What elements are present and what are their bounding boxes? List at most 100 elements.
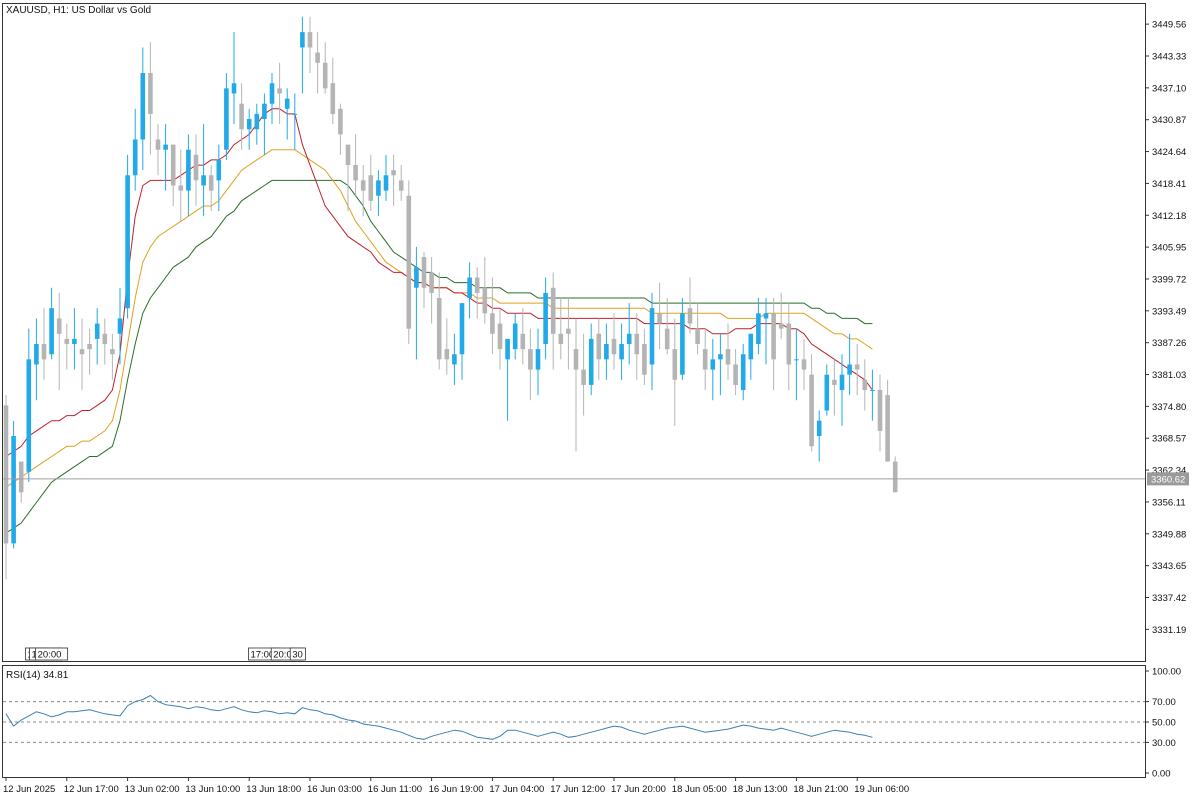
price-tick-label: 3387.26: [1152, 338, 1186, 349]
main-chart-frame: [2, 3, 1146, 662]
candle-body: [26, 359, 32, 472]
current-price-label: 3360.62: [1151, 474, 1185, 485]
candle-body: [794, 359, 799, 361]
candle-body: [201, 175, 206, 186]
price-tick-label: 3399.72: [1152, 274, 1186, 285]
rsi-tick-label: 70.00: [1152, 697, 1176, 708]
event-marker-label: 20:00: [38, 650, 62, 661]
candle-body: [573, 349, 579, 370]
time-tick-label: 13 Jun 02:00: [125, 784, 180, 795]
candle-body: [870, 390, 875, 392]
rsi-axis: 100.00 70.00 50.00 30.00 0.00: [1145, 667, 1181, 780]
candle-body: [748, 333, 754, 360]
candle-body: [801, 359, 807, 370]
bear-candle: [406, 180, 412, 345]
time-axis: 12 Jun 2025 12 Jun 17:00 13 Jun 02:00 13 Ju…: [3, 777, 909, 795]
candle-body: [193, 154, 199, 181]
candle-body: [877, 390, 883, 431]
candle-body: [664, 328, 670, 350]
bull-candle: [11, 420, 16, 549]
event-marker-label: 17:00: [250, 650, 274, 661]
candle-body: [239, 103, 244, 130]
candle-body: [18, 461, 24, 493]
rsi-label: RSI(14) 34.81: [6, 670, 69, 681]
rsi-tick-label: 30.00: [1152, 738, 1176, 749]
candle-body: [3, 405, 9, 544]
candle-body: [79, 349, 85, 355]
price-tick-label: 3437.10: [1152, 83, 1186, 94]
time-tick-label: 18 Jun 13:00: [733, 784, 788, 795]
bear-candle: [892, 456, 898, 493]
candle-body: [505, 338, 510, 360]
candle-body: [231, 83, 237, 94]
candle-body: [740, 354, 746, 391]
candle-body: [49, 308, 54, 355]
event-marker: 20:00: [35, 647, 69, 661]
time-tick-label: 16 Jun 11:00: [368, 784, 422, 795]
candle-body: [414, 267, 419, 288]
candle-body: [535, 349, 541, 370]
candle-body: [459, 303, 465, 355]
candle-body: [148, 73, 153, 114]
rsi-tick-label: 0.00: [1152, 769, 1171, 780]
candle-body: [300, 32, 305, 48]
chart-title: XAUUSD, H1: US Dollar vs Gold: [6, 5, 151, 16]
candle-body: [847, 364, 852, 375]
candle-body: [839, 374, 845, 391]
candle-body: [619, 344, 624, 360]
price-tick-label: 3405.95: [1152, 243, 1186, 254]
candle-body: [406, 195, 412, 329]
candle-body: [368, 175, 374, 201]
candle-body: [163, 144, 168, 150]
candle-body: [626, 333, 632, 345]
candle-body: [680, 313, 685, 375]
time-tick-label: 12 Jun 2025: [3, 784, 55, 795]
candle-body: [490, 313, 495, 334]
candle-body: [429, 272, 434, 293]
candle-body: [771, 313, 776, 360]
price-tick-label: 3424.64: [1152, 147, 1186, 158]
candle-body: [702, 349, 708, 370]
candle-body: [277, 88, 282, 94]
candle-body: [338, 108, 343, 135]
candle-body: [588, 338, 594, 385]
candle-body: [611, 338, 617, 355]
time-tick-label: 16 Jun 03:00: [307, 784, 362, 795]
candle-body: [216, 159, 222, 181]
candle-body: [512, 323, 518, 350]
candle-body: [854, 364, 860, 370]
candle-body: [330, 83, 336, 114]
candle-body: [452, 354, 457, 365]
candle-body: [34, 344, 39, 365]
candle-body: [482, 287, 488, 314]
candle-body: [421, 257, 427, 288]
candle-body: [642, 344, 647, 375]
rsi-tick-label: 50.00: [1152, 718, 1176, 729]
candle-body: [809, 374, 814, 447]
chart-canvas: 3449.56 3443.33 3437.10 3430.87 3424.64 3418.…: [2, 3, 1189, 795]
candle-body: [94, 323, 100, 339]
candle-body: [824, 374, 830, 411]
candle-body: [467, 277, 472, 298]
candle-body: [262, 103, 267, 120]
candle-body: [444, 349, 450, 360]
price-tick-label: 3443.33: [1152, 51, 1186, 62]
price-tick-label: 3418.41: [1152, 179, 1186, 190]
price-tick-label: 3449.56: [1152, 20, 1186, 31]
candle-body: [72, 338, 77, 345]
candle-body: [862, 379, 868, 391]
candle-body: [178, 185, 184, 191]
price-tick-label: 3356.11: [1152, 497, 1186, 508]
time-tick-label: 13 Jun 18:00: [246, 784, 301, 795]
time-tick-label: 12 Jun 17:00: [64, 784, 119, 795]
candle-body: [322, 62, 328, 89]
candle-body: [566, 328, 571, 334]
candle-body: [558, 333, 564, 345]
candle-body: [604, 344, 609, 360]
candle-body: [391, 170, 396, 176]
candle-body: [672, 349, 678, 380]
price-tick-label: 3381.03: [1152, 370, 1186, 381]
candle-body: [657, 313, 662, 324]
candle-body: [763, 313, 769, 319]
candle-body: [102, 333, 108, 345]
